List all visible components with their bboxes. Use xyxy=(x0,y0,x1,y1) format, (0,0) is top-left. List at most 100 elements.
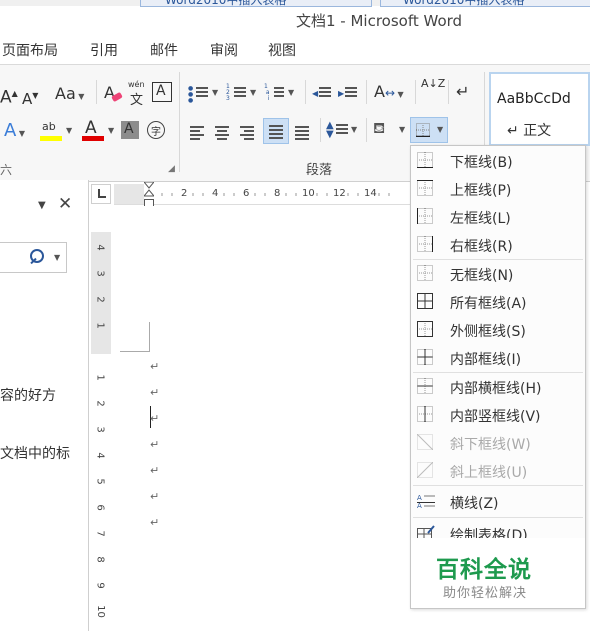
decrease-indent-icon: ◀ xyxy=(312,89,319,98)
sort-button[interactable]: A↓Z xyxy=(421,78,445,104)
paint-bucket-icon: ⛾ xyxy=(373,119,386,137)
close-icon[interactable]: ✕ xyxy=(58,194,72,214)
distributed-icon xyxy=(295,124,309,142)
tab-view[interactable]: 视图 xyxy=(268,40,296,60)
ruler-label: 9 xyxy=(94,582,106,589)
background-window-tab-1[interactable]: Word2010中插入表格 xyxy=(140,0,372,7)
watermark-title: 百科全说 xyxy=(436,557,532,583)
increase-indent-icon: ▶ xyxy=(338,89,345,98)
font-color-icon: A xyxy=(85,118,97,138)
ruler-label: 4 xyxy=(212,188,219,199)
ruler-label: 4 xyxy=(94,452,106,459)
tab-mailings[interactable]: 邮件 xyxy=(150,40,178,60)
align-left-button[interactable] xyxy=(188,122,208,140)
chevron-down-icon: ▼ xyxy=(250,88,257,97)
show-hide-marks-button[interactable]: ↵ xyxy=(456,82,469,101)
menu-item-diagonal-up-border[interactable]: 斜上框线(U) xyxy=(411,456,585,484)
character-shading-button[interactable]: A xyxy=(121,121,139,139)
background-window-tab-2[interactable]: Word2010中插入表格 xyxy=(380,0,590,7)
phonetic-guide-button[interactable]: wén 文 xyxy=(126,80,148,108)
horizontal-line-icon: AA xyxy=(417,494,435,509)
ruler-label: 3 xyxy=(94,426,106,433)
left-border-icon xyxy=(417,208,433,224)
chevron-down-icon: ▼ xyxy=(437,125,444,134)
paragraph-mark: ↵ xyxy=(150,464,160,477)
paragraph-mark: ↵ xyxy=(150,438,160,451)
text-effects-button[interactable]: A ▼ xyxy=(4,120,25,141)
multilevel-list-icon: 1 a i xyxy=(264,83,270,102)
font-dialog-launcher-icon[interactable]: ◢ xyxy=(168,164,175,174)
character-border-button[interactable]: A xyxy=(152,82,172,102)
tab-references[interactable]: 引用 xyxy=(90,40,118,60)
menu-item-left-border[interactable]: 左框线(L) xyxy=(411,202,585,230)
menu-item-label: 外侧框线(S) xyxy=(450,324,526,340)
style-name-label: ↵ 正文 xyxy=(507,123,552,139)
svg-text:A: A xyxy=(417,502,422,509)
align-center-button[interactable] xyxy=(213,122,233,140)
change-case-button[interactable]: Aa ▼ xyxy=(55,84,84,107)
chevron-down-icon: ▼ xyxy=(351,125,358,134)
borders-button[interactable]: ▼ xyxy=(410,117,448,143)
character-border-icon: A xyxy=(156,83,166,99)
menu-item-all-borders[interactable]: 所有框线(A) xyxy=(411,287,585,315)
decrease-indent-button[interactable]: ◀ xyxy=(312,84,332,104)
paragraph-mark: ↵ xyxy=(150,516,160,529)
increase-indent-button[interactable]: ▶ xyxy=(338,84,358,104)
window-title: 文档1 - Microsoft Word xyxy=(296,12,463,30)
ruler-label: 10 xyxy=(94,605,106,618)
menu-item-diagonal-down-border[interactable]: 斜下框线(W) xyxy=(411,428,585,456)
all-borders-icon xyxy=(417,293,433,309)
numbering-button[interactable]: 123 ▼ xyxy=(226,84,260,104)
ruler-label: 2 xyxy=(94,400,106,407)
tab-selector[interactable] xyxy=(91,184,111,204)
paragraph-group-label: 段落 xyxy=(306,163,333,178)
menu-item-right-border[interactable]: 右框线(R) xyxy=(411,230,585,258)
font-color-button[interactable]: A ▼ xyxy=(82,118,116,144)
menu-item-label: 下框线(B) xyxy=(450,155,513,171)
bullets-button[interactable]: ● ● ● ▼ xyxy=(188,84,222,104)
vertical-ruler[interactable]: 4 3 2 1 1 2 3 4 5 6 7 8 9 10 xyxy=(91,232,111,631)
multilevel-list-button[interactable]: 1 a i ▼ xyxy=(264,84,298,104)
clear-formatting-button[interactable]: A xyxy=(102,82,124,104)
grow-font-button[interactable]: A▲ xyxy=(0,84,18,108)
menu-item-bottom-border[interactable]: 下框线(B) xyxy=(411,146,585,174)
distributed-button[interactable] xyxy=(293,122,313,140)
menu-item-label: 左框线(L) xyxy=(450,211,511,227)
pane-options-chevron-icon[interactable]: ▼ xyxy=(38,200,46,211)
ruler-label: 8 xyxy=(274,188,281,199)
borders-icon xyxy=(416,123,430,137)
shrink-font-button[interactable]: A▼ xyxy=(22,86,38,109)
menu-item-label: 内部横框线(H) xyxy=(450,381,542,397)
highlight-icon: ab xyxy=(42,120,56,133)
justify-icon xyxy=(269,123,283,141)
enclose-characters-button[interactable]: 字 xyxy=(147,121,165,139)
menu-item-label: 斜上框线(U) xyxy=(450,465,528,481)
menu-item-horizontal-line[interactable]: AA 横线(Z) xyxy=(411,487,585,515)
menu-separator xyxy=(413,517,583,518)
group-separator xyxy=(179,72,180,172)
highlight-color-button[interactable]: ab ▼ xyxy=(40,118,76,144)
line-spacing-button[interactable]: ▲ ▼ ▼ xyxy=(326,121,360,141)
borders-dropdown-menu: 下框线(B) 上框线(P) 左框线(L) 右框线(R) 无框线(N) 所有框线(… xyxy=(410,145,586,609)
menu-item-inside-horizontal-border[interactable]: 内部横框线(H) xyxy=(411,372,585,400)
menu-item-inside-borders[interactable]: 内部框线(I) xyxy=(411,343,585,371)
search-input[interactable]: ▼ xyxy=(0,242,67,273)
justify-button[interactable] xyxy=(263,118,289,144)
top-border-icon xyxy=(417,180,433,196)
phonetic-pinyin-label: wén xyxy=(128,80,145,89)
menu-item-outside-borders[interactable]: 外侧框线(S) xyxy=(411,315,585,343)
tab-review[interactable]: 审阅 xyxy=(210,40,238,60)
phonetic-guide-icon: 文 xyxy=(130,93,144,108)
diagonal-up-border-icon xyxy=(417,462,433,478)
shading-button[interactable]: ⛾ ▼ xyxy=(373,119,407,141)
font-color-swatch xyxy=(82,136,104,141)
menu-item-top-border[interactable]: 上框线(P) xyxy=(411,174,585,202)
ruler-label: 12 xyxy=(333,188,346,199)
chinese-layout-button[interactable]: A↔ ▼ xyxy=(374,82,404,101)
menu-item-no-border[interactable]: 无框线(N) xyxy=(411,259,585,287)
horizontal-ruler[interactable]: 2 4 6 8 10 12 14 xyxy=(114,184,414,205)
menu-item-inside-vertical-border[interactable]: 内部竖框线(V) xyxy=(411,400,585,428)
align-right-button[interactable] xyxy=(238,122,258,140)
tab-page-layout[interactable]: 页面布局 xyxy=(2,40,58,60)
menu-item-label: 斜下框线(W) xyxy=(450,437,531,453)
